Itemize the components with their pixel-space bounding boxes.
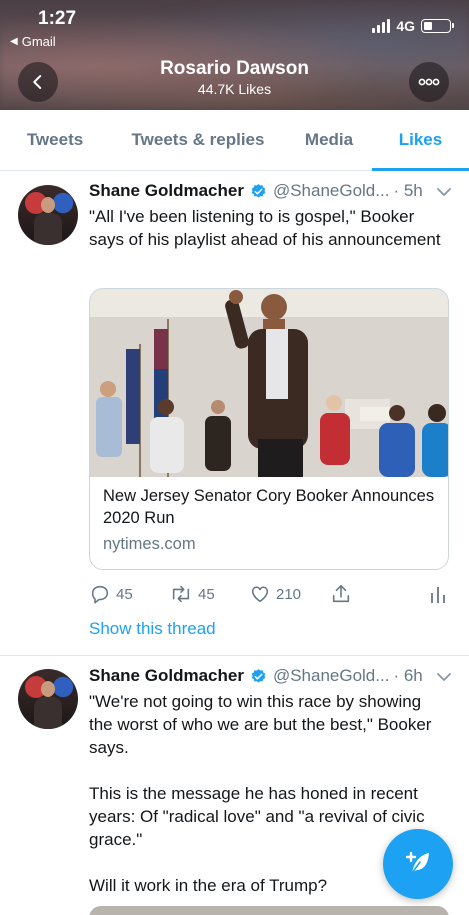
show-thread-link[interactable]: Show this thread [89, 619, 216, 639]
avatar[interactable] [18, 669, 78, 729]
status-indicators: 4G [372, 18, 454, 34]
tab-media[interactable]: Media [286, 110, 372, 170]
more-button[interactable] [409, 62, 449, 102]
tweet[interactable]: Shane Goldmacher @ShaneGold... · 5h "All… [0, 171, 469, 656]
back-app-label: Gmail [21, 34, 56, 49]
tab-tweets[interactable]: Tweets [0, 110, 110, 170]
reply-count: 45 [116, 585, 133, 603]
tweet-header: Shane Goldmacher @ShaneGold... · 6h [89, 666, 423, 686]
likes-count: 44.7K Likes [197, 81, 272, 97]
verified-icon [250, 668, 267, 685]
link-card[interactable]: New Jersey Senator Cory Booker Announces… [89, 288, 449, 570]
network-label: 4G [396, 18, 415, 34]
tweet-text: "All I've been listening to is gospel," … [89, 207, 441, 249]
profile-name: Rosario Dawson [160, 58, 309, 79]
chevron-down-icon[interactable] [437, 672, 451, 682]
like-count: 210 [276, 585, 302, 603]
reply-button[interactable]: 45 [89, 583, 133, 605]
tab-tweets-replies[interactable]: Tweets & replies [110, 110, 286, 170]
compose-icon [405, 851, 429, 874]
share-icon [332, 584, 350, 603]
media-preview-peek [89, 906, 449, 915]
back-triangle-icon: ◀ [10, 36, 18, 47]
analytics-button[interactable] [429, 583, 447, 605]
profile-tabs: Tweets Tweets & replies Media Likes [0, 110, 469, 171]
card-title: New Jersey Senator Cory Booker Announces… [103, 487, 435, 527]
retweet-count: 45 [198, 585, 215, 603]
battery-icon [421, 19, 454, 33]
tweet-actions: 45 45 210 [89, 583, 449, 607]
compose-tweet-button[interactable] [383, 829, 453, 899]
like-icon [251, 586, 269, 603]
back-to-app-link[interactable]: ◀ Gmail [10, 34, 56, 49]
tweet-author-handle: @ShaneGold... [272, 666, 390, 685]
tab-likes[interactable]: Likes [372, 110, 469, 171]
signal-icon [372, 19, 391, 33]
like-button[interactable]: 210 [249, 583, 301, 605]
reply-icon [91, 585, 109, 604]
chevron-down-icon[interactable] [437, 187, 451, 197]
retweet-icon [172, 585, 190, 603]
avatar[interactable] [18, 185, 78, 245]
more-icon [418, 78, 440, 86]
tweet-author-name[interactable]: Shane Goldmacher [89, 666, 244, 686]
tweet-header: Shane Goldmacher @ShaneGold... · 5h [89, 181, 423, 201]
tweet-author-name[interactable]: Shane Goldmacher [89, 181, 244, 201]
retweet-button[interactable]: 45 [169, 583, 215, 605]
analytics-icon [431, 587, 445, 603]
share-button[interactable] [330, 583, 352, 605]
card-image [90, 289, 448, 477]
tweet-time: · 6h [393, 666, 423, 685]
tweet-author-handle: @ShaneGold... [272, 181, 390, 200]
profile-header: 1:27 ◀ Gmail 4G Rosario Dawson 44.7K Lik… [0, 0, 469, 110]
tweet-time: · 5h [393, 181, 423, 200]
status-time: 1:27 [38, 8, 77, 29]
card-domain: nytimes.com [103, 535, 196, 553]
verified-icon [250, 183, 267, 200]
